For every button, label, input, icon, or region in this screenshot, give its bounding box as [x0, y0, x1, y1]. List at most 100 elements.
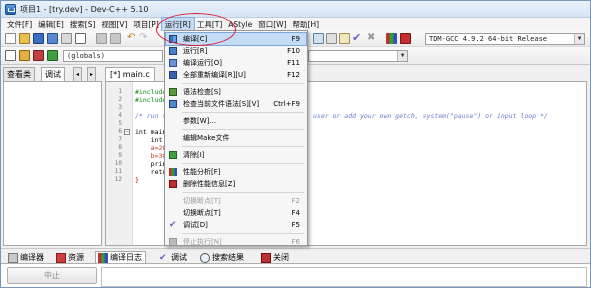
- options-icon[interactable]: [339, 33, 350, 44]
- run-menu-item[interactable]: ✔ 调试[D] F5: [166, 219, 306, 231]
- member-select[interactable]: ▼: [308, 50, 408, 62]
- line-number: 5: [118, 120, 122, 127]
- tab-main-c[interactable]: [*] main.c: [105, 67, 155, 82]
- run-menu-item[interactable]: 全部重新编译[R][U] F12: [166, 69, 306, 81]
- menu-edit[interactable]: 编辑[E]: [35, 18, 67, 31]
- compile-log-area[interactable]: [101, 267, 587, 287]
- line-number: 8: [118, 144, 122, 151]
- line-number: 10: [114, 160, 122, 167]
- line-number: 11: [114, 168, 122, 175]
- redo-icon[interactable]: ↷: [139, 33, 150, 44]
- menu-item-label: 参数[W]...: [183, 117, 217, 125]
- new-class-icon[interactable]: [5, 50, 16, 61]
- print-icon[interactable]: [75, 33, 86, 44]
- debug-check-icon: ✔: [169, 220, 177, 230]
- run-menu-item[interactable]: 清除[I]: [166, 149, 306, 161]
- menu-item-label: 语法检查[S]: [183, 88, 221, 96]
- line-number: 3: [118, 104, 122, 111]
- close-icon: [261, 253, 271, 263]
- menu-separator: [182, 112, 304, 113]
- resources-icon: [56, 253, 66, 263]
- code-line: /* run t: [135, 112, 167, 120]
- line-number: 7: [118, 136, 122, 143]
- tab-scroll-right-icon[interactable]: ▸: [87, 67, 97, 81]
- code-line: b=30: [135, 152, 167, 160]
- menu-item-shortcut: F6: [291, 238, 300, 246]
- menu-item-label: 运行[R]: [183, 47, 208, 55]
- annotation-ellipse: [156, 13, 236, 46]
- code-line: int: [135, 136, 163, 144]
- tab-class-browser[interactable]: 查看类: [3, 67, 35, 81]
- profile-icon: [169, 168, 177, 176]
- menu-search[interactable]: 搜索[S]: [67, 18, 99, 31]
- compiler-icon: [8, 253, 18, 263]
- line-number: 4: [118, 112, 122, 119]
- menu-separator: [182, 163, 304, 164]
- run-menu-item[interactable]: 参数[W]...: [166, 115, 306, 127]
- save-icon[interactable]: [33, 33, 44, 44]
- toggle-bookmark-icon[interactable]: [33, 50, 44, 61]
- code-line: }: [135, 176, 139, 184]
- menu-item-label: 删除性能信息[Z]: [183, 180, 236, 188]
- menu-item-label: 编辑Make文件: [183, 134, 230, 142]
- rebuild-icon[interactable]: [326, 33, 337, 44]
- abort-button[interactable]: 中止: [7, 267, 97, 284]
- menu-item-shortcut: Ctrl+F9: [273, 100, 300, 108]
- menu-file[interactable]: 文件[F]: [4, 18, 35, 31]
- menu-item-shortcut: F11: [287, 59, 300, 67]
- insert-icon[interactable]: [19, 50, 30, 61]
- code-line: retu: [135, 168, 167, 176]
- syntax-check-icon: [169, 88, 177, 96]
- goto-bookmark-icon[interactable]: [47, 50, 58, 61]
- undo-icon[interactable]: ↶: [127, 33, 138, 44]
- menu-item-shortcut: F10: [287, 47, 300, 55]
- debug-panel: [3, 81, 102, 246]
- cut-icon[interactable]: [96, 33, 107, 44]
- cross-icon[interactable]: ✖: [367, 32, 378, 43]
- menu-item-shortcut: F9: [291, 35, 300, 43]
- paste-icon[interactable]: [110, 33, 121, 44]
- save-all-icon[interactable]: [47, 33, 58, 44]
- run-menu-item[interactable]: 运行[R] F10: [166, 45, 306, 57]
- open-folder-icon[interactable]: [19, 33, 30, 44]
- check-icon[interactable]: ✔: [352, 32, 363, 43]
- tab-scroll-left-icon[interactable]: ◂: [73, 67, 83, 81]
- profile-icon[interactable]: [400, 33, 411, 44]
- clean-icon: [169, 151, 177, 159]
- tab-debug[interactable]: 调试: [41, 67, 65, 81]
- menu-separator: [182, 233, 304, 234]
- run-menu-item[interactable]: 语法检查[S]: [166, 86, 306, 98]
- menu-separator: [182, 83, 304, 84]
- run-menu-item[interactable]: 编译运行[O] F11: [166, 57, 306, 69]
- scope-select[interactable]: (globals): [63, 50, 163, 62]
- dev-cpp-window: 项目1 - [try.dev] - Dev-C++ 5.10 文件[F] 编辑[…: [0, 0, 591, 288]
- menu-item-shortcut: F2: [291, 197, 300, 205]
- syntax-check-file-icon: [169, 100, 177, 108]
- run-menu-item[interactable]: 切换断点[T] F4: [166, 207, 306, 219]
- run-icon: [169, 47, 177, 55]
- run-menu-item[interactable]: 编辑Make文件: [166, 132, 306, 144]
- menu-separator: [182, 146, 304, 147]
- close-file-icon[interactable]: [61, 33, 72, 44]
- search-icon: [200, 253, 210, 263]
- run-menu-item[interactable]: 检查当前文件语法[S][V] Ctrl+F9: [166, 98, 306, 110]
- chart-icon[interactable]: [386, 33, 397, 44]
- bottom-tabs: 编译器 资源 编译日志 ✔ 调试 搜索结果 关闭: [1, 248, 590, 264]
- line-number: 9: [118, 152, 122, 159]
- rebuild-all-icon: [169, 71, 177, 79]
- run-dropdown-menu: 编译[C] F9 运行[R] F10 编译运行[O] F11 全部重新编译[R][U] F12…: [164, 30, 308, 246]
- menu-view[interactable]: 视图[V]: [98, 18, 130, 31]
- left-panel-tabs: 查看类 调试 ◂ ▸: [3, 67, 104, 81]
- chevron-down-icon: ▼: [397, 51, 407, 61]
- debug-check-icon: ✔: [159, 253, 167, 263]
- menu-item-label: 调试[D]: [183, 221, 208, 229]
- grid-icon[interactable]: [313, 33, 324, 44]
- run-menu-item: 切换断点[T] F2: [166, 195, 306, 207]
- run-menu-item[interactable]: 性能分析[F]: [166, 166, 306, 178]
- compiler-select[interactable]: TDM-GCC 4.9.2 64-bit Release ▼: [425, 33, 585, 45]
- menu-item-shortcut: F12: [287, 71, 300, 79]
- new-file-icon[interactable]: [5, 33, 16, 44]
- run-menu-item[interactable]: 删除性能信息[Z]: [166, 178, 306, 190]
- menu-separator: [182, 129, 304, 130]
- fold-toggle-icon[interactable]: −: [124, 129, 130, 135]
